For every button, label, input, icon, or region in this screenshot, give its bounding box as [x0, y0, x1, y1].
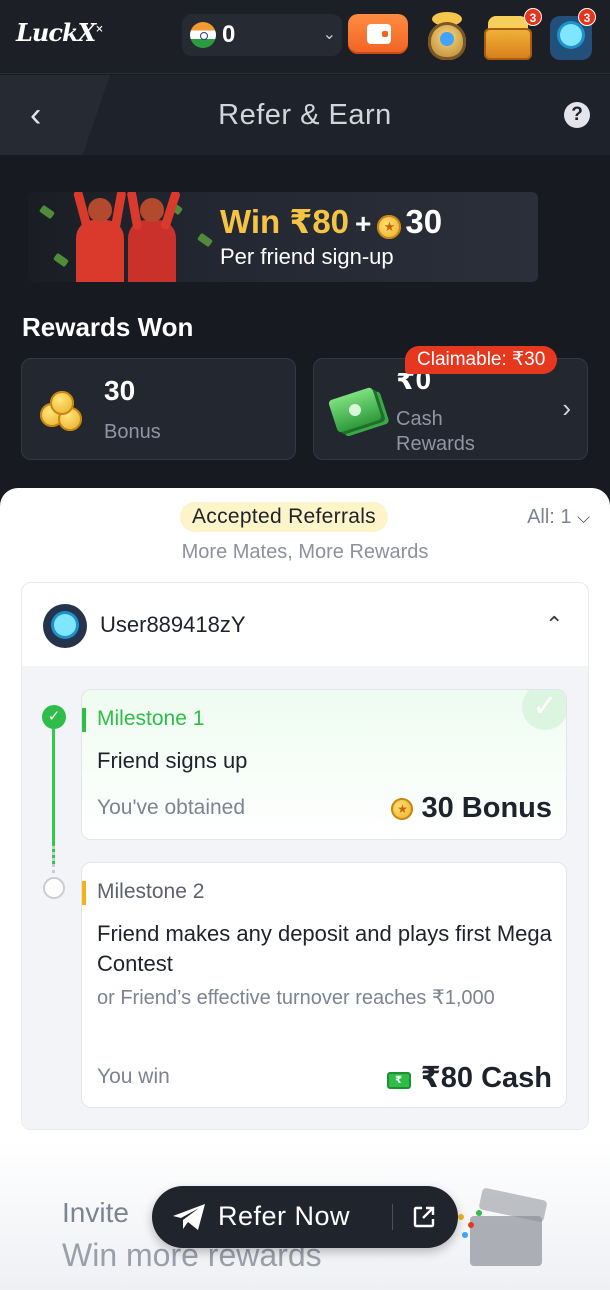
- avatar-face: [54, 614, 76, 636]
- referrals-subtitle: More Mates, More Rewards: [181, 541, 429, 563]
- milestone-title: Milestone 2: [97, 880, 205, 903]
- paper-plane-icon: [173, 1204, 205, 1230]
- chevron-up-icon[interactable]: ⌃: [545, 612, 563, 638]
- milestone-reward: ₹ ₹80 Cash: [386, 1060, 552, 1095]
- accepted-referrals-pill: Accepted Referrals: [180, 502, 388, 532]
- pot-gem: [440, 32, 454, 46]
- timeline-line-pending: [52, 846, 55, 876]
- profile-avatar[interactable]: 3: [548, 6, 598, 62]
- bonus-label: Bonus: [104, 421, 161, 443]
- milestone-reward-text: ₹80 Cash: [420, 1062, 552, 1094]
- banner-plus: +: [355, 208, 372, 239]
- timeline-line-completed: [52, 718, 55, 866]
- player-arm: [110, 192, 127, 231]
- confetti-dot: [476, 1210, 482, 1216]
- wallet-icon: [367, 24, 391, 44]
- top-bar: LuckX× 0 ⌄ 3 3: [0, 0, 610, 74]
- coin: [50, 391, 74, 415]
- referral-username: User889418zY: [100, 612, 246, 637]
- gold-coins-icon: [40, 391, 86, 431]
- coin-icon: ★: [377, 215, 402, 239]
- milestone-note: or Friend’s effective turnover reaches ₹…: [97, 987, 495, 1009]
- checkmark-icon: ✓: [42, 705, 66, 729]
- referral-filter-label: All: 1: [527, 506, 572, 528]
- pending-circle-icon: [43, 877, 65, 899]
- milestone-reward-label: You win: [97, 1065, 170, 1088]
- invite-text: Invite: [62, 1197, 129, 1228]
- check-watermark-icon: ✓: [522, 690, 566, 730]
- promo-banner[interactable]: Win ₹80 + ★ 30 Per friend sign-up: [28, 192, 538, 282]
- claimable-badge[interactable]: Claimable: ₹30: [405, 346, 558, 374]
- avatar-face: [560, 24, 582, 46]
- balance-selector[interactable]: 0 ⌄: [182, 14, 342, 56]
- milestone-title: Milestone 1: [97, 707, 205, 730]
- page-title: Refer & Earn: [218, 99, 392, 131]
- rewards-heading: Rewards Won: [22, 312, 194, 342]
- chevron-right-icon: ›: [562, 393, 571, 423]
- milestone-reward-label: You've obtained: [97, 796, 246, 819]
- banner-subtitle: Per friend sign-up: [220, 244, 394, 269]
- money-note: [52, 252, 70, 268]
- confetti-dot: [462, 1232, 468, 1238]
- bonus-value: 30: [104, 375, 136, 406]
- referral-filter-dropdown[interactable]: All: 1 ⌵: [527, 506, 590, 529]
- cash-note-icon: ₹: [386, 1072, 411, 1089]
- player-figure: [72, 192, 127, 282]
- player-figure: [126, 192, 181, 282]
- milestone-description: Friend makes any deposit and plays first…: [97, 921, 552, 976]
- money-note: [196, 232, 214, 248]
- wallet-button[interactable]: [348, 14, 408, 54]
- user-avatar: [43, 604, 87, 648]
- chevron-down-icon: ⌵: [577, 508, 590, 527]
- coin-icon: ★: [391, 798, 414, 820]
- banner-headline: Win ₹80 + ★ 30: [220, 202, 442, 242]
- milestone-reward: ★ 30 Bonus: [391, 792, 552, 825]
- milestone-card-1: ✓ Milestone 1 Friend signs up You've obt…: [81, 689, 567, 840]
- india-flag-icon: [190, 22, 216, 48]
- player-head: [88, 198, 112, 222]
- gift-box-icon: [458, 1186, 548, 1266]
- milestone-accent-bar: [82, 708, 86, 732]
- cash-label: Cash Rewards: [396, 408, 475, 455]
- milestone-accent-bar: [82, 881, 86, 905]
- help-icon[interactable]: ?: [564, 102, 590, 128]
- player-head: [140, 198, 164, 222]
- chest-body: [484, 28, 532, 60]
- money-note: [38, 204, 56, 220]
- confetti-dot: [458, 1214, 464, 1220]
- gift-base: [470, 1216, 542, 1266]
- refer-now-label: Refer Now: [218, 1201, 351, 1231]
- button-divider: [392, 1204, 393, 1230]
- celebrating-players-image: [38, 192, 214, 282]
- chevron-down-icon: ⌄: [322, 26, 336, 43]
- banner-coin-amount: 30: [405, 203, 443, 240]
- milestone-description: Friend signs up: [97, 748, 248, 773]
- banner-win-amount: Win ₹80: [220, 203, 350, 240]
- title-bar: ‹ Refer & Earn ?: [0, 75, 610, 155]
- chest-badge: 3: [524, 8, 542, 26]
- cash-stack-icon: [327, 386, 383, 434]
- milestone-card-2: Milestone 2 Friend makes any deposit and…: [81, 862, 567, 1108]
- confetti-dot: [468, 1222, 474, 1228]
- bonus-reward-card: 30 Bonus: [21, 358, 296, 460]
- app-logo[interactable]: LuckX×: [16, 18, 104, 47]
- profile-badge: 3: [578, 8, 596, 26]
- milestone-reward-text: 30 Bonus: [421, 792, 552, 824]
- balance-value: 0: [222, 21, 236, 48]
- jackpot-pot-icon[interactable]: [422, 6, 472, 62]
- refer-now-button[interactable]: Refer Now: [152, 1186, 458, 1248]
- share-icon[interactable]: [412, 1205, 436, 1229]
- treasure-chest-icon[interactable]: 3: [482, 6, 542, 62]
